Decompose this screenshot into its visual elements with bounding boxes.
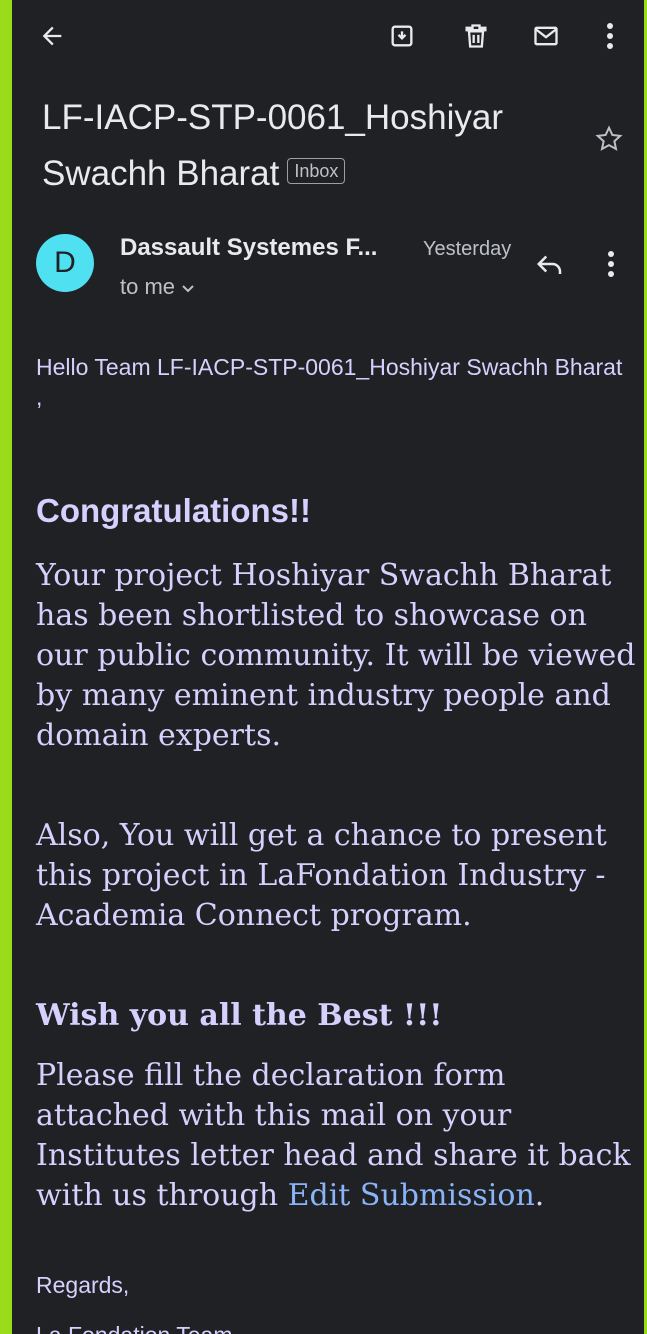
wish-text: Wish you all the Best !!! bbox=[36, 998, 443, 1033]
inbox-label-badge[interactable]: Inbox bbox=[287, 157, 346, 184]
back-arrow-icon[interactable] bbox=[34, 18, 70, 54]
recipient-details[interactable]: to me bbox=[120, 274, 195, 300]
regards-text: Regards, bbox=[36, 1272, 130, 1298]
signature-text: La Fondation Team bbox=[36, 1322, 233, 1334]
body-paragraph-2: Also, You will get a chance to present t… bbox=[36, 818, 607, 933]
reply-icon[interactable] bbox=[530, 244, 570, 284]
star-icon[interactable] bbox=[592, 122, 626, 156]
archive-icon[interactable] bbox=[384, 18, 420, 54]
subject-text: LF-IACP-STP-0061_Hoshiyar Swachh Bharat bbox=[42, 98, 503, 193]
body-paragraph-1: Your project Hoshiyar Swachh Bharat has … bbox=[36, 558, 636, 753]
email-subject: LF-IACP-STP-0061_Hoshiyar Swachh Bharat I… bbox=[42, 90, 582, 202]
top-toolbar bbox=[12, 0, 644, 72]
paragraph-3-end: . bbox=[534, 1178, 545, 1213]
mail-icon[interactable] bbox=[528, 18, 564, 54]
email-timestamp: Yesterday bbox=[423, 238, 512, 260]
edit-submission-link[interactable]: Edit Submission bbox=[288, 1178, 535, 1213]
sender-name[interactable]: Dassault Systemes F... bbox=[120, 234, 377, 262]
sender-avatar[interactable]: D bbox=[36, 234, 94, 292]
chevron-down-icon bbox=[181, 274, 195, 299]
congratulations-heading: Congratulations!! bbox=[36, 492, 311, 529]
recipient-text: to me bbox=[120, 274, 176, 299]
body-paragraph-3: Please fill the declaration form attache… bbox=[36, 1056, 636, 1216]
more-vert-icon[interactable] bbox=[592, 18, 628, 54]
trash-icon[interactable] bbox=[458, 18, 494, 54]
message-more-icon[interactable] bbox=[596, 244, 626, 284]
greeting-text: Hello Team LF-IACP-STP-0061_Hoshiyar Swa… bbox=[36, 354, 623, 410]
email-view: LF-IACP-STP-0061_Hoshiyar Swachh Bharat I… bbox=[12, 0, 644, 1334]
